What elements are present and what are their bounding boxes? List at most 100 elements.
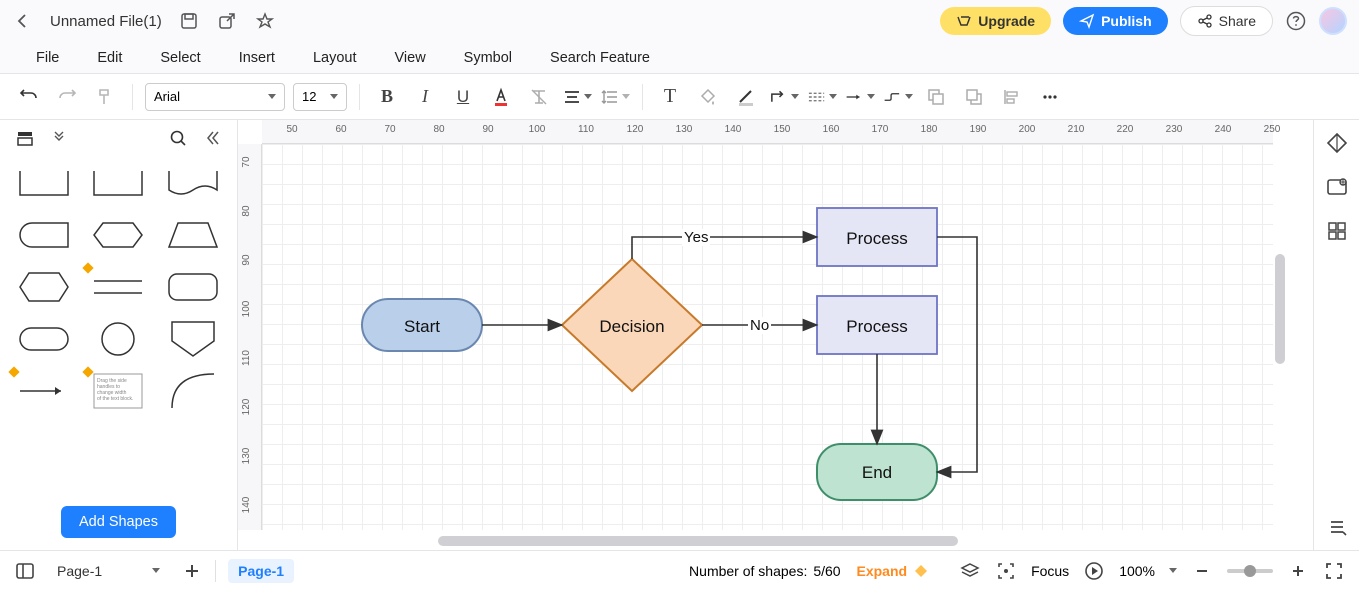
menu-layout[interactable]: Layout <box>313 50 357 66</box>
shape-wave[interactable] <box>159 160 227 206</box>
collapse-sidebar-icon[interactable] <box>201 127 223 149</box>
menu-search-feature[interactable]: Search Feature <box>550 50 650 66</box>
chevron-down-icon[interactable] <box>48 127 70 149</box>
redo-icon[interactable] <box>52 82 82 112</box>
upgrade-button[interactable]: Upgrade <box>940 7 1051 35</box>
svg-text:Start: Start <box>404 317 440 336</box>
zoom-out-icon[interactable] <box>1191 560 1213 582</box>
line-style-icon[interactable] <box>807 82 837 112</box>
shape-rect-open[interactable] <box>10 160 78 206</box>
line-spacing-icon[interactable] <box>600 82 630 112</box>
align-text-icon[interactable] <box>562 82 592 112</box>
edge-decision-yes[interactable] <box>632 237 817 259</box>
line-color-icon[interactable] <box>731 82 761 112</box>
vertical-scrollbar[interactable] <box>1275 254 1285 364</box>
shape-circle[interactable] <box>84 316 152 362</box>
library-icon[interactable] <box>14 127 36 149</box>
menu-select[interactable]: Select <box>160 50 200 66</box>
menu-symbol[interactable]: Symbol <box>464 50 512 66</box>
export-icon[interactable] <box>216 10 238 32</box>
pages-panel-icon[interactable] <box>14 560 36 582</box>
focus-label[interactable]: Focus <box>1031 563 1069 579</box>
file-name[interactable]: Unnamed File(1) <box>50 13 162 30</box>
edge-label-no: No <box>748 317 771 334</box>
shape-pill[interactable] <box>10 316 78 362</box>
publish-label: Publish <box>1101 13 1152 29</box>
menu-file[interactable]: File <box>36 50 59 66</box>
menu-insert[interactable]: Insert <box>239 50 275 66</box>
right-panel <box>1313 120 1359 550</box>
diamond-icon <box>913 563 929 579</box>
text-tool-icon[interactable]: T <box>655 82 685 112</box>
shape-arrow-line[interactable] <box>10 368 78 414</box>
settings-gear-icon[interactable] <box>1324 174 1350 200</box>
help-icon[interactable] <box>1285 10 1307 32</box>
add-shapes-button[interactable]: Add Shapes <box>61 506 176 538</box>
zoom-in-icon[interactable] <box>1287 560 1309 582</box>
add-page-icon[interactable] <box>181 560 203 582</box>
edge-process1-end[interactable] <box>937 237 977 472</box>
theme-icon[interactable] <box>1324 130 1350 156</box>
shape-pentagon-down[interactable] <box>159 316 227 362</box>
italic-icon[interactable]: I <box>410 82 440 112</box>
font-size-select[interactable]: 12 <box>293 83 347 111</box>
back-icon[interactable] <box>12 10 34 32</box>
shape-arc[interactable] <box>159 368 227 414</box>
page-tab[interactable]: Page-1 <box>228 559 294 583</box>
canvas-area: 5060708090100110120130140150160170180190… <box>238 120 1313 550</box>
font-family-value: Arial <box>154 89 180 104</box>
avatar[interactable] <box>1319 7 1347 35</box>
star-icon[interactable] <box>254 10 276 32</box>
diagram-canvas[interactable]: Start Decision Process Process End <box>262 144 1273 530</box>
routing-icon[interactable] <box>883 82 913 112</box>
clear-format-icon[interactable] <box>524 82 554 112</box>
more-icon[interactable] <box>1035 82 1065 112</box>
upgrade-label: Upgrade <box>978 13 1035 29</box>
bring-front-icon[interactable] <box>959 82 989 112</box>
svg-text:of the text block.: of the text block. <box>97 396 133 402</box>
expand-button[interactable]: Expand <box>856 563 907 579</box>
undo-icon[interactable] <box>14 82 44 112</box>
search-icon[interactable] <box>167 127 189 149</box>
shapes-sidebar: Drag the sidehandles tochange widthof th… <box>0 120 238 550</box>
send-back-icon[interactable] <box>921 82 951 112</box>
shape-trapezoid[interactable] <box>159 212 227 258</box>
edge-label-yes: Yes <box>682 229 710 246</box>
align-objects-icon[interactable] <box>997 82 1027 112</box>
shape-hexagon[interactable] <box>10 264 78 310</box>
menu-bar: File Edit Select Insert Layout View Symb… <box>0 42 1359 74</box>
connector-style-icon[interactable] <box>769 82 799 112</box>
publish-button[interactable]: Publish <box>1063 7 1168 35</box>
fill-color-icon[interactable] <box>693 82 723 112</box>
zoom-value[interactable]: 100% <box>1119 563 1155 579</box>
layers-icon[interactable] <box>959 560 981 582</box>
underline-icon[interactable]: U <box>448 82 478 112</box>
focus-target-icon[interactable] <box>995 560 1017 582</box>
list-icon[interactable] <box>1324 514 1350 540</box>
font-family-select[interactable]: Arial <box>145 83 285 111</box>
format-painter-icon[interactable] <box>90 82 120 112</box>
menu-edit[interactable]: Edit <box>97 50 122 66</box>
shape-hex-h[interactable] <box>84 212 152 258</box>
presentation-icon[interactable] <box>1083 560 1105 582</box>
svg-text:End: End <box>862 463 892 482</box>
page-select[interactable]: Page-1 <box>48 559 169 583</box>
bold-icon[interactable]: B <box>372 82 402 112</box>
horizontal-scrollbar[interactable] <box>438 536 958 546</box>
share-button[interactable]: Share <box>1180 6 1273 36</box>
shape-text-block[interactable]: Drag the sidehandles tochange widthof th… <box>84 368 152 414</box>
font-color-icon[interactable] <box>486 82 516 112</box>
zoom-slider[interactable] <box>1227 569 1273 573</box>
shape-card[interactable] <box>84 160 152 206</box>
grid-icon[interactable] <box>1324 218 1350 244</box>
title-bar: Unnamed File(1) Upgrade Publish Share <box>0 0 1359 42</box>
shape-parallel-lines[interactable] <box>84 264 152 310</box>
save-icon[interactable] <box>178 10 200 32</box>
fullscreen-icon[interactable] <box>1323 560 1345 582</box>
zoom-dropdown-icon[interactable] <box>1169 568 1177 573</box>
shapes-count-value: 5/60 <box>813 563 840 579</box>
shape-rounded-rect[interactable] <box>159 264 227 310</box>
shape-stadium[interactable] <box>10 212 78 258</box>
menu-view[interactable]: View <box>395 50 426 66</box>
arrow-style-icon[interactable] <box>845 82 875 112</box>
